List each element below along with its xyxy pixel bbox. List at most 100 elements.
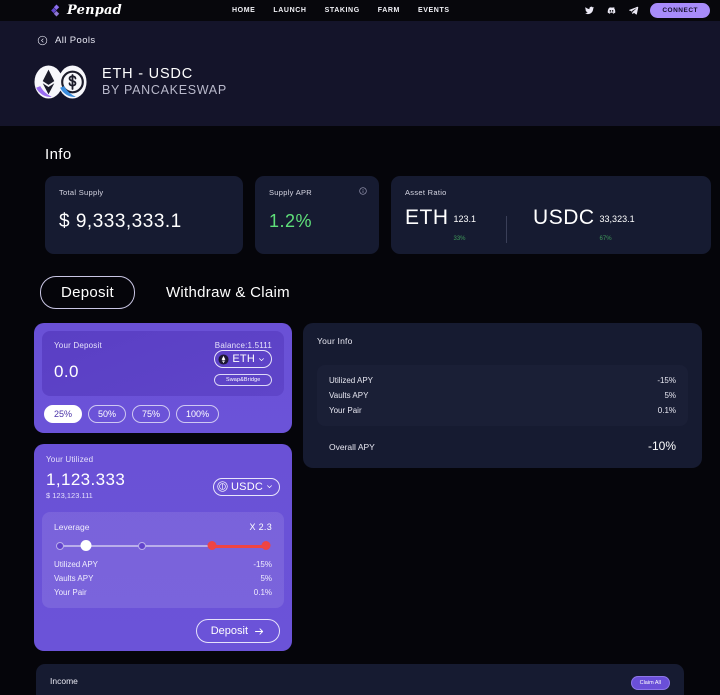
leverage-slider[interactable] xyxy=(56,540,271,552)
your-info-row-value: 0.1% xyxy=(657,406,676,415)
deposit-card: Your Deposit Balance:1.5111 0.0 ETH Swap… xyxy=(34,323,292,433)
nav-link-events[interactable]: EVENTS xyxy=(418,7,450,14)
back-to-all-pools-label: All Pools xyxy=(55,35,96,46)
claim-all-button[interactable]: Claim All xyxy=(630,676,670,690)
percent-button-100[interactable]: 100% xyxy=(176,405,220,423)
asset-ratio-numbers: 123.1 33% xyxy=(454,209,477,245)
deposit-submit-row: Deposit xyxy=(42,619,284,643)
usdc-token-icon xyxy=(217,481,228,492)
leverage-stat-row: Utilized APY -15% xyxy=(54,560,272,569)
brand-name: Penpad xyxy=(67,3,122,18)
asset-ratio-amount: 123.1 xyxy=(453,214,477,224)
tab-deposit[interactable]: Deposit xyxy=(40,276,135,309)
back-to-all-pools[interactable]: All Pools xyxy=(37,35,720,46)
nav-right-group: CONNECT xyxy=(584,0,710,21)
eth-token-icon xyxy=(218,353,229,365)
utilized-card-top: Your Utilized 1,123.333 $ 123,123.111 US… xyxy=(42,452,284,500)
your-info-row: Utilized APY -15% xyxy=(329,376,676,385)
back-arrow-circle-icon xyxy=(37,35,48,46)
your-info-row-label: Your Pair xyxy=(329,406,362,415)
main-columns: Your Deposit Balance:1.5111 0.0 ETH Swap… xyxy=(34,323,720,651)
slider-dot-5[interactable] xyxy=(261,541,271,550)
telegram-icon[interactable] xyxy=(628,5,639,16)
leverage-value: X 2.3 xyxy=(249,522,272,532)
your-info-row: Your Pair 0.1% xyxy=(329,406,676,415)
utilized-token-name: USDC xyxy=(231,480,263,493)
leverage-stat-value: 5% xyxy=(260,574,272,583)
income-card: Income Claim All xyxy=(36,664,684,695)
leverage-stat-row: Vaults APY 5% xyxy=(54,574,272,583)
overall-apy-value: -10% xyxy=(647,439,676,453)
pool-provider: BY PANCAKESWAP xyxy=(102,83,227,97)
asset-ratio-card: Asset Ratio ETH 123.1 33% USDC 33,323.1 … xyxy=(391,176,711,254)
your-info-row-value: -15% xyxy=(657,376,676,385)
chevron-down-icon xyxy=(259,357,264,361)
asset-ratio-symbol: ETH xyxy=(405,206,449,229)
brand-logo[interactable]: Penpad xyxy=(50,3,122,18)
leverage-label: Leverage xyxy=(54,522,90,532)
info-cards: Total Supply $ 9,333,333.1 Supply APR 1.… xyxy=(45,176,720,254)
leverage-stat-row: Your Pair 0.1% xyxy=(54,588,272,597)
utilized-amount: 1,123.333 xyxy=(46,470,126,489)
your-info-row-value: 5% xyxy=(664,391,676,400)
token-pair-icons xyxy=(32,63,89,101)
pool-title: ETH - USDC xyxy=(102,66,193,82)
nav-link-home[interactable]: HOME xyxy=(232,7,255,14)
your-info-panel: Your Info Utilized APY -15% Vaults APY 5… xyxy=(303,323,702,468)
leverage-stat-value: 0.1% xyxy=(253,588,272,597)
connect-wallet-button[interactable]: CONNECT xyxy=(650,3,710,18)
tab-withdraw-claim[interactable]: Withdraw & Claim xyxy=(145,276,311,309)
asset-ratio-label: Asset Ratio xyxy=(405,188,447,197)
top-navbar: Penpad HOME LAUNCH STAKING FARM EVENTS C… xyxy=(0,0,720,21)
utilized-label: Your Utilized xyxy=(46,455,94,464)
utilized-usd-value: $ 123,123.111 xyxy=(46,491,93,500)
percent-button-25[interactable]: 25% xyxy=(44,405,83,423)
leverage-stat-value: -15% xyxy=(253,560,272,569)
utilized-amount-row: 1,123.333 $ 123,123.111 USDC xyxy=(46,464,280,500)
asset-ratio-divider xyxy=(506,216,508,243)
nav-link-staking[interactable]: STAKING xyxy=(325,7,360,14)
deposit-token-selector[interactable]: ETH xyxy=(214,350,272,368)
supply-apr-card: Supply APR 1.2% xyxy=(255,176,379,254)
swap-and-bridge-button[interactable]: Swap&Bridge xyxy=(214,374,272,386)
asset-ratio-percent: 33% xyxy=(453,236,466,242)
deposit-percent-buttons: 25% 50% 75% 100% xyxy=(42,405,284,425)
pool-header-band: All Pools ETH - USDC BY PANCAKESWAP xyxy=(0,21,720,126)
twitter-icon[interactable] xyxy=(584,5,595,16)
slider-fill xyxy=(212,544,266,548)
utilized-token-selector[interactable]: USDC xyxy=(213,477,280,496)
income-label: Income xyxy=(50,676,78,686)
percent-button-75[interactable]: 75% xyxy=(132,405,171,423)
leverage-stat-label: Your Pair xyxy=(54,588,87,597)
supply-apr-label: Supply APR xyxy=(269,188,313,197)
nav-links: HOME LAUNCH STAKING FARM EVENTS xyxy=(232,0,450,21)
deposit-card-header: Your Deposit Balance:1.5111 xyxy=(54,341,272,350)
leverage-box: Leverage X 2.3 Utilized APY -15% Vaults … xyxy=(42,512,284,608)
your-info-rows: Utilized APY -15% Vaults APY 5% Your Pai… xyxy=(317,365,688,426)
your-info-title: Your Info xyxy=(317,336,353,346)
discord-icon[interactable] xyxy=(606,5,617,16)
asset-ratio-percent: 67% xyxy=(599,236,612,242)
total-supply-number: 9,333,333.1 xyxy=(75,211,182,232)
info-icon[interactable] xyxy=(359,187,367,195)
nav-link-launch[interactable]: LAUNCH xyxy=(273,7,306,14)
nav-link-farm[interactable]: FARM xyxy=(378,7,400,14)
deposit-label: Your Deposit xyxy=(54,341,102,350)
arrow-right-icon xyxy=(255,627,264,635)
your-info-row: Vaults APY 5% xyxy=(329,391,676,400)
percent-button-50[interactable]: 50% xyxy=(88,405,127,423)
slider-dot-4[interactable] xyxy=(207,541,217,550)
pool-names: ETH - USDC BY PANCAKESWAP xyxy=(102,66,227,98)
slider-handle[interactable] xyxy=(80,540,92,551)
total-supply-currency: $ xyxy=(59,211,71,232)
leverage-stat-label: Vaults APY xyxy=(54,574,94,583)
action-tabs: Deposit Withdraw & Claim xyxy=(40,276,720,309)
slider-dot-3[interactable] xyxy=(137,542,146,550)
slider-dot-1[interactable] xyxy=(56,542,65,550)
pool-identity-row: ETH - USDC BY PANCAKESWAP xyxy=(32,63,720,101)
overall-apy-row: Overall APY -10% xyxy=(317,426,688,457)
asset-ratio-numbers: 33,323.1 67% xyxy=(600,209,635,245)
supply-apr-value: 1.2% xyxy=(269,211,313,231)
deposit-submit-button[interactable]: Deposit xyxy=(195,619,280,643)
deposit-amount-input[interactable]: 0.0 xyxy=(54,362,79,382)
